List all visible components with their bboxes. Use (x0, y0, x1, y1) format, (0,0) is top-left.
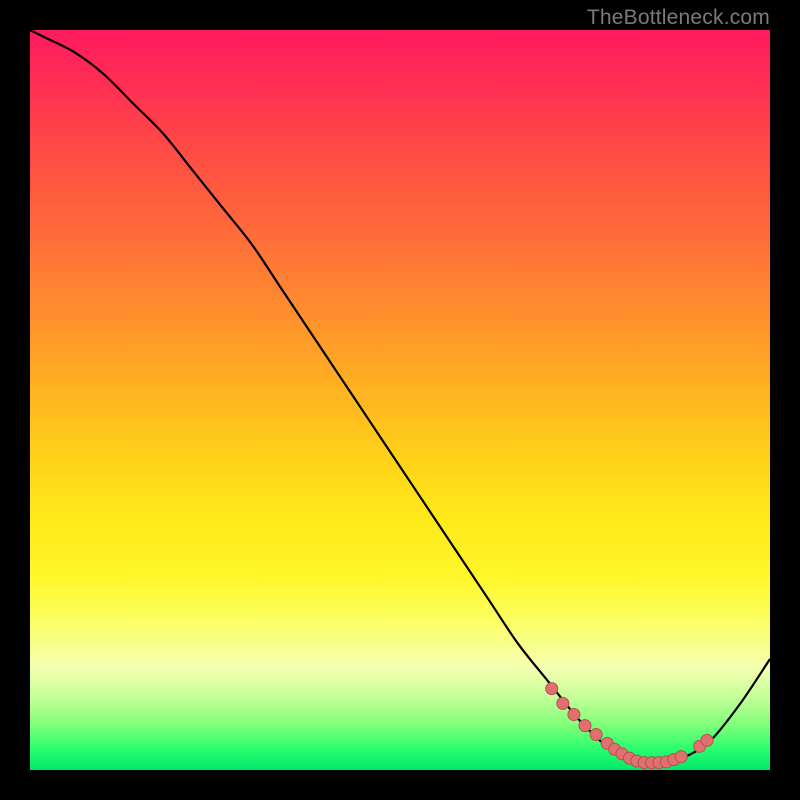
curve-marker (579, 720, 591, 732)
curve-marker (675, 751, 687, 763)
curve-marker (568, 709, 580, 721)
curve-marker (557, 697, 569, 709)
watermark-text: TheBottleneck.com (587, 6, 770, 30)
bottleneck-curve (30, 30, 770, 763)
plot-area (30, 30, 770, 770)
curve-marker (701, 734, 713, 746)
chart-frame: TheBottleneck.com (0, 0, 800, 800)
curve-marker (546, 683, 558, 695)
curve-svg (30, 30, 770, 770)
curve-marker (590, 728, 602, 740)
